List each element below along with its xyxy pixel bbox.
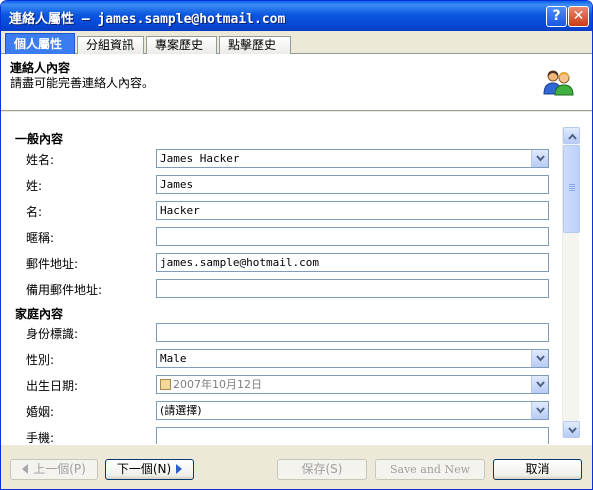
save-button[interactable]: 保存(S) xyxy=(277,459,367,480)
id-number-input[interactable] xyxy=(156,323,549,342)
tab-group-info[interactable]: 分組資訊 xyxy=(77,36,144,54)
next-button[interactable]: 下一個(N) xyxy=(105,459,194,480)
tab-personal-properties[interactable]: 個人屬性 xyxy=(5,33,75,55)
section-header: 連絡人內容 請盡可能完善連絡人內容。 xyxy=(1,54,592,111)
previous-label: 上一個(P) xyxy=(33,462,86,476)
chevron-down-icon[interactable] xyxy=(531,350,548,367)
cancel-button[interactable]: 取消 xyxy=(493,459,582,480)
lastname-input[interactable]: James xyxy=(156,175,549,194)
close-button[interactable]: ✕ xyxy=(568,6,589,27)
section-family: 家庭內容 xyxy=(15,307,64,321)
next-label: 下一個(N) xyxy=(116,462,172,476)
tab-strip: 分組資訊 專案歷史 點擊歷史 個人屬性 xyxy=(1,31,592,55)
marital-combo[interactable]: (請選擇) xyxy=(156,401,549,420)
window-title: 連絡人屬性 — james.sample@hotmail.com xyxy=(9,12,286,27)
gender-value: Male xyxy=(160,352,187,365)
gender-label: 性別: xyxy=(26,353,55,367)
scroll-up-button[interactable] xyxy=(563,127,580,144)
contact-properties-dialog: 連絡人屬性 — james.sample@hotmail.com ? ✕ 分組資… xyxy=(0,0,593,490)
fullname-value: James Hacker xyxy=(160,152,240,165)
scroll-thumb[interactable] xyxy=(563,145,580,233)
firstname-label: 名: xyxy=(26,205,43,219)
marital-label: 婚姻: xyxy=(26,405,55,419)
alt-email-input[interactable] xyxy=(156,279,549,298)
scroll-down-button[interactable] xyxy=(563,421,580,438)
title-bar[interactable]: 連絡人屬性 — james.sample@hotmail.com ? ✕ xyxy=(1,1,592,31)
id-number-label: 身份標識: xyxy=(26,327,79,341)
chevron-down-icon[interactable] xyxy=(531,376,548,393)
birthdate-picker[interactable]: 2007年10月12日 xyxy=(156,375,549,394)
chevron-down-icon[interactable] xyxy=(531,402,548,419)
mobile-label: 手機: xyxy=(26,431,55,444)
help-button[interactable]: ? xyxy=(546,6,567,27)
triangle-left-icon xyxy=(22,464,29,474)
marital-value: (請選擇) xyxy=(160,404,202,417)
save-and-new-button[interactable]: Save and New xyxy=(375,459,485,480)
nickname-input[interactable] xyxy=(156,227,549,246)
section-general: 一般內容 xyxy=(15,132,64,146)
mobile-input[interactable] xyxy=(156,427,549,444)
vertical-scrollbar[interactable] xyxy=(562,127,580,438)
tab-project-history[interactable]: 專案歷史 xyxy=(146,36,217,54)
birthdate-value: 2007年10月12日 xyxy=(173,378,262,391)
tab-click-history[interactable]: 點擊歷史 xyxy=(219,36,291,54)
nickname-label: 暱稱: xyxy=(26,231,55,245)
contacts-people-icon xyxy=(543,70,574,96)
button-bar: 上一個(P) 下一個(N) 保存(S) Save and New 取消 xyxy=(1,444,592,489)
birthdate-label: 出生日期: xyxy=(26,379,79,393)
properties-form: 一般內容 姓名: James Hacker 姓: James 名: Hacker… xyxy=(1,112,592,444)
lastname-label: 姓: xyxy=(26,179,43,193)
calendar-checkbox-icon[interactable] xyxy=(160,379,171,390)
gender-combo[interactable]: Male xyxy=(156,349,549,368)
triangle-right-icon xyxy=(176,464,183,474)
email-input[interactable]: james.sample@hotmail.com xyxy=(156,253,549,272)
chevron-down-icon[interactable] xyxy=(531,150,548,167)
fullname-combo[interactable]: James Hacker xyxy=(156,149,549,168)
email-label: 郵件地址: xyxy=(26,257,79,271)
header-subtitle: 請盡可能完善連絡人內容。 xyxy=(10,76,155,90)
firstname-input[interactable]: Hacker xyxy=(156,201,549,220)
fullname-label: 姓名: xyxy=(26,153,55,167)
alt-email-label: 備用郵件地址: xyxy=(26,283,103,297)
previous-button[interactable]: 上一個(P) xyxy=(10,459,98,480)
